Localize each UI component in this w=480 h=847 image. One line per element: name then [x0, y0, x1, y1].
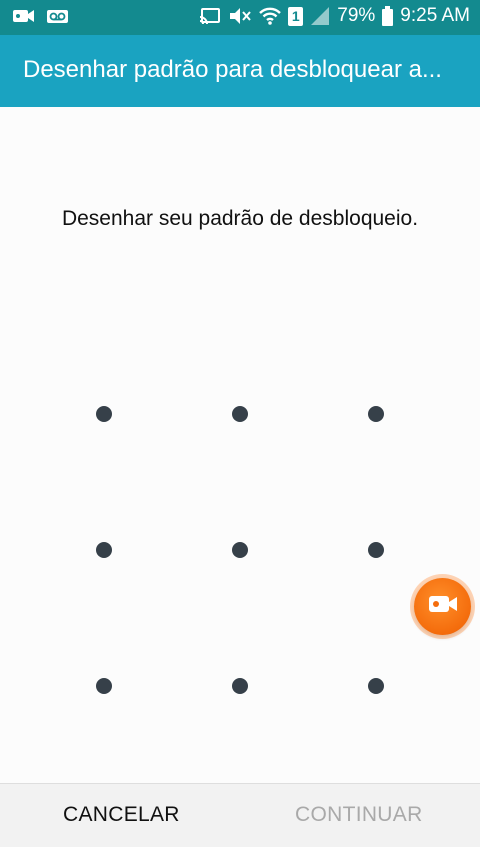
- pattern-dot-7[interactable]: [96, 678, 112, 694]
- status-time: 9:25 AM: [400, 5, 470, 26]
- pattern-dot-3[interactable]: [368, 406, 384, 422]
- sim-icon: 1: [288, 6, 304, 26]
- app-bar: Desenhar padrão para desbloquear a...: [0, 35, 480, 107]
- battery-percent: 79%: [337, 5, 376, 26]
- screen-cast-icon: [199, 6, 221, 26]
- pattern-dot-4[interactable]: [96, 542, 112, 558]
- pattern-dot-1[interactable]: [96, 406, 112, 422]
- pattern-dot-6[interactable]: [368, 542, 384, 558]
- page-title: Desenhar padrão para desbloquear a...: [23, 56, 442, 83]
- pattern-dot-8[interactable]: [232, 678, 248, 694]
- pattern-screen: Desenhar seu padrão de desbloqueio.: [0, 107, 480, 783]
- bottom-action-bar: CANCELAR CONTINUAR: [0, 783, 480, 847]
- status-bar: 1 79% 9:25 AM: [0, 0, 480, 35]
- status-bar-notifications: [12, 6, 70, 26]
- screen-recorder-button[interactable]: [414, 578, 471, 635]
- continue-button[interactable]: CONTINUAR: [295, 803, 423, 827]
- video-camera-icon: [12, 6, 36, 26]
- video-camera-icon: [428, 593, 458, 620]
- battery-icon: [382, 6, 394, 26]
- cancel-button[interactable]: CANCELAR: [63, 803, 180, 827]
- mute-icon: [228, 6, 252, 26]
- pattern-dot-9[interactable]: [368, 678, 384, 694]
- status-bar-system: 1 79% 9:25 AM: [199, 5, 470, 27]
- wifi-icon: [259, 6, 282, 26]
- voicemail-icon: [46, 6, 70, 26]
- pattern-dot-5[interactable]: [232, 542, 248, 558]
- sim-slot-number: 1: [291, 7, 300, 24]
- signal-icon: [310, 6, 330, 26]
- pattern-dot-2[interactable]: [232, 406, 248, 422]
- pattern-instruction: Desenhar seu padrão de desbloqueio.: [61, 207, 419, 230]
